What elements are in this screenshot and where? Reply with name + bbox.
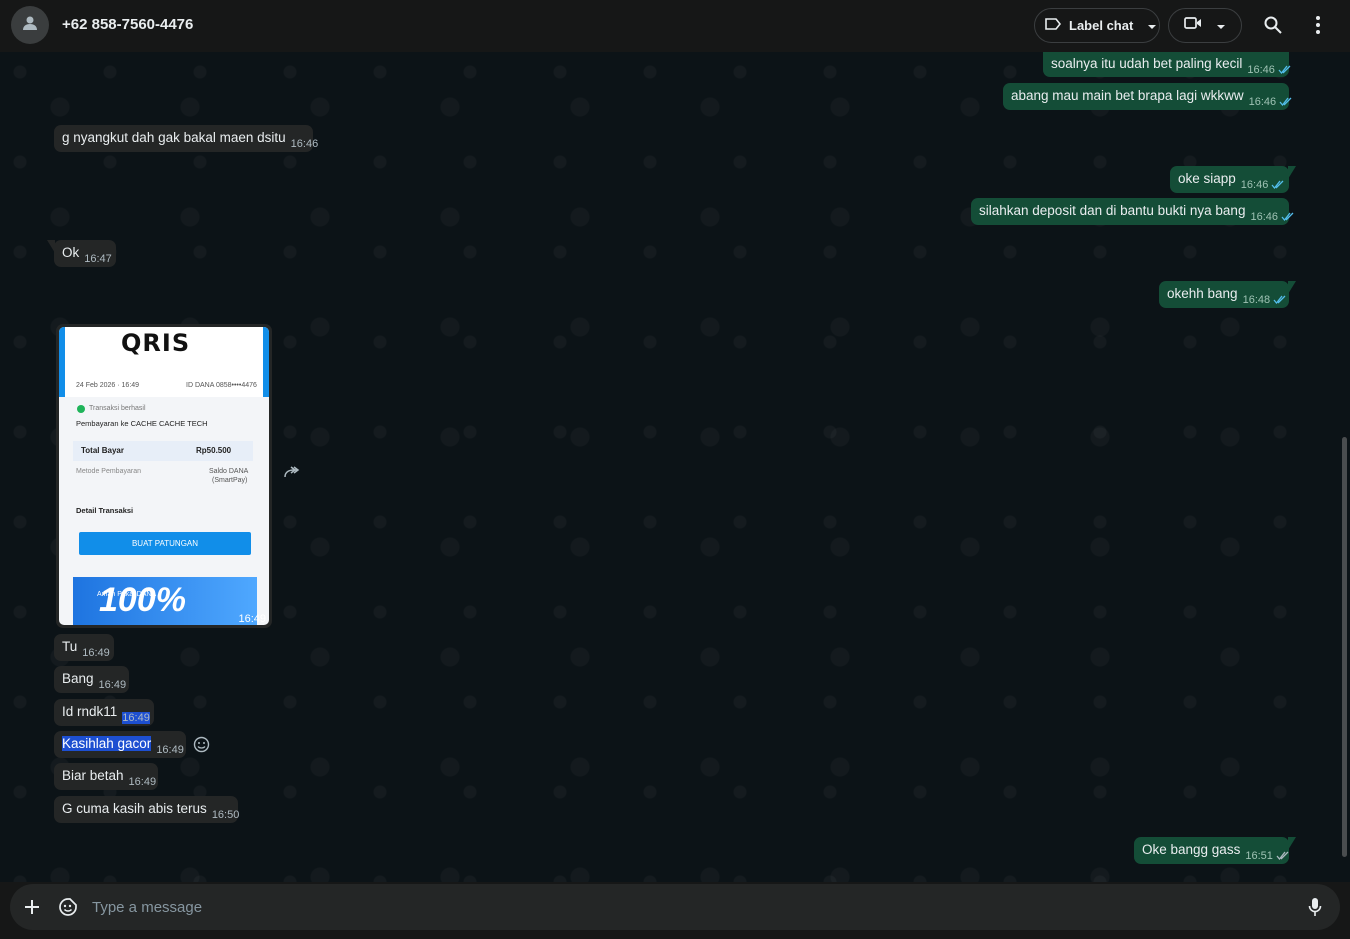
chat-messages-area[interactable]: soalnya itu udah bet paling kecil 16:46 a…: [0, 52, 1350, 882]
sticker-icon[interactable]: [57, 896, 79, 918]
menu-icon[interactable]: [1307, 14, 1329, 36]
chat-scrollbar[interactable]: [1342, 437, 1347, 857]
message-time: 16:46: [1250, 211, 1278, 223]
receipt-payee: Pembayaran ke CACHE CACHE TECH: [76, 419, 208, 428]
double-check-icon: [1276, 848, 1290, 863]
chat-header: +62 858-7560-4476 Label chat: [0, 0, 1350, 52]
message-time: 16:46: [1240, 179, 1269, 191]
message-text: okehh bang: [1167, 286, 1238, 301]
message-time: 16:46: [290, 138, 319, 150]
total-value: Rp50.500: [196, 446, 232, 455]
message-text: Kasihlah gacor: [62, 736, 152, 751]
message-outgoing[interactable]: abang mau main bet brapa lagi wkkww 16:46: [1003, 83, 1292, 110]
bubble-tail: [1288, 281, 1296, 294]
chevron-down-icon: [1147, 18, 1157, 33]
message-incoming[interactable]: g nyangkut dah gak bakal maen dsitu 16:46: [54, 125, 318, 152]
label-icon: [1045, 17, 1062, 34]
message-incoming[interactable]: Kasihlah gacor 16:49: [54, 731, 186, 758]
message-time: 16:49: [156, 744, 184, 756]
message-incoming[interactable]: Id rndk11 16:49: [54, 699, 154, 726]
total-label: Total Bayar: [81, 446, 124, 455]
buat-patungan-button: BUAT PATUNGAN: [79, 532, 251, 555]
message-text: oke siapp: [1178, 171, 1236, 186]
double-check-icon: [1273, 292, 1287, 307]
message-text: Id rndk11: [62, 704, 118, 719]
message-time: 16:47: [84, 253, 112, 265]
message-incoming[interactable]: Biar betah 16:49: [54, 763, 158, 790]
message-time: 16:46: [1248, 96, 1277, 108]
message-text: abang mau main bet brapa lagi wkkww: [1011, 88, 1244, 103]
emoji-icon[interactable]: [193, 736, 210, 758]
message-time: 16:49: [128, 776, 157, 788]
search-icon[interactable]: [1262, 14, 1284, 36]
message-outgoing[interactable]: Oke bangg gass 16:51: [1134, 837, 1296, 864]
receipt-image[interactable]: QRIS 24 Feb 2026 · 16:49 ID DANA 0858•••…: [59, 327, 269, 625]
message-time: 16:49: [122, 712, 150, 724]
detail-label: Detail Transaksi: [76, 506, 134, 515]
message-time: 16:49: [82, 647, 110, 659]
method-value: Saldo DANA: [209, 468, 249, 475]
message-text: Ok: [62, 245, 80, 260]
success-check-icon: [77, 405, 85, 413]
message-incoming[interactable]: Tu 16:49: [54, 634, 114, 661]
message-time: 16:50: [211, 809, 240, 821]
message-time: 16:49: [238, 613, 266, 625]
contact-name[interactable]: +62 858-7560-4476: [62, 16, 193, 33]
message-text: soalnya itu udah bet paling kecil: [1051, 56, 1243, 71]
message-text: Biar betah: [62, 768, 124, 783]
message-text: Oke bangg gass: [1142, 842, 1241, 857]
message-time: 16:49: [98, 679, 127, 691]
label-chat-button[interactable]: Label chat: [1034, 8, 1160, 43]
forward-icon[interactable]: [282, 464, 302, 485]
method-label: Metode Pembayaran: [76, 468, 141, 475]
message-time: 16:46: [1247, 64, 1275, 76]
double-check-icon: [1271, 177, 1285, 192]
message-text: g nyangkut dah gak bakal maen dsitu: [62, 130, 286, 145]
plus-icon[interactable]: [21, 896, 43, 918]
user-avatar-icon: [20, 13, 40, 38]
message-incoming[interactable]: Ok 16:47: [47, 240, 116, 267]
video-icon: [1184, 16, 1202, 35]
receipt-date: 24 Feb 2026 · 16:49: [76, 382, 140, 389]
video-call-button[interactable]: [1168, 8, 1242, 43]
message-input[interactable]: Type a message: [92, 899, 202, 916]
double-check-icon: [1279, 94, 1293, 109]
bubble-tail: [47, 240, 55, 253]
banner-big-text: 100%: [99, 581, 186, 619]
message-incoming[interactable]: Bang 16:49: [54, 666, 129, 693]
contact-avatar[interactable]: [11, 6, 49, 44]
message-time: 16:48: [1242, 294, 1271, 306]
message-text: Bang: [62, 671, 94, 686]
double-check-icon: [1278, 62, 1292, 77]
message-composer: Type a message: [10, 884, 1340, 930]
image-message[interactable]: QRIS 24 Feb 2026 · 16:49 ID DANA 0858•••…: [56, 324, 272, 628]
message-outgoing[interactable]: silahkan deposit dan di bantu bukti nya …: [971, 198, 1294, 225]
message-outgoing[interactable]: oke siapp 16:46: [1170, 166, 1296, 193]
message-outgoing[interactable]: soalnya itu udah bet paling kecil 16:46: [1043, 52, 1292, 77]
receipt-status: Transaksi berhasil: [89, 405, 146, 412]
message-outgoing[interactable]: okehh bang 16:48: [1159, 281, 1296, 308]
method-sub: (SmartPay): [212, 477, 248, 484]
chevron-down-icon: [1216, 17, 1226, 35]
message-text: silahkan deposit dan di bantu bukti nya …: [979, 203, 1246, 218]
bubble-tail: [1288, 166, 1296, 179]
message-time: 16:51: [1245, 850, 1273, 862]
double-check-icon: [1281, 209, 1295, 224]
label-chat-text: Label chat: [1069, 18, 1134, 33]
message-incoming[interactable]: G cuma kasih abis terus 16:50: [54, 796, 240, 823]
qris-logo: QRIS: [121, 329, 191, 357]
message-text: Tu: [62, 639, 78, 654]
message-text: G cuma kasih abis terus: [62, 801, 207, 816]
mic-icon[interactable]: [1304, 896, 1326, 918]
receipt-id-dana: ID DANA 0858••••4476: [186, 382, 257, 389]
